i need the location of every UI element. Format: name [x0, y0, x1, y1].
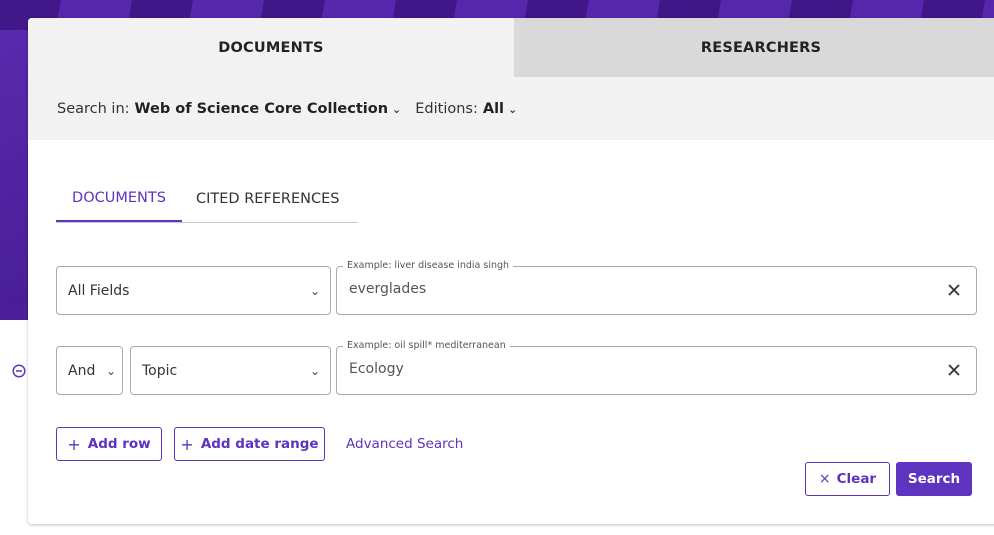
chevron-down-icon: ⌄ [105, 363, 117, 378]
operator-label: And [68, 362, 96, 379]
search-input-example: Example: oil spill* mediterranean [343, 340, 510, 352]
add-row-label: Add row [87, 436, 151, 452]
clear-label: Clear [836, 471, 877, 487]
tab-documents[interactable]: DOCUMENTS [28, 18, 514, 77]
close-icon: × [818, 471, 831, 487]
search-input-value: Ecology [349, 361, 404, 377]
sub-tabs: DOCUMENTS CITED REFERENCES [56, 176, 358, 223]
search-type-tabs: DOCUMENTS RESEARCHERS [28, 18, 994, 77]
chevron-down-icon: ⌄ [508, 102, 518, 116]
search-button[interactable]: Search [896, 462, 972, 496]
search-card: DOCUMENTS RESEARCHERS Search in: Web of … [28, 18, 994, 524]
clear-button[interactable]: × Clear [805, 462, 890, 496]
close-icon[interactable] [946, 282, 962, 298]
add-date-range-label: Add date range [200, 436, 319, 452]
close-icon[interactable] [946, 362, 962, 378]
collection-value: Web of Science Core Collection [134, 100, 389, 117]
subtab-documents[interactable]: DOCUMENTS [56, 176, 182, 222]
scope-bar: Search in: Web of Science Core Collectio… [28, 77, 994, 140]
advanced-search-link[interactable]: Advanced Search [346, 436, 463, 452]
search-input-example: Example: liver disease india singh [343, 260, 514, 272]
search-input-row-2[interactable]: Example: oil spill* mediterranean Ecolog… [336, 340, 977, 395]
editions-label: Editions: [415, 100, 478, 117]
field-select-row-1[interactable]: All Fields ⌄ [56, 266, 331, 315]
field-select-label: Topic [142, 362, 178, 379]
chevron-down-icon: ⌄ [392, 102, 402, 116]
add-row-button[interactable]: + Add row [56, 427, 162, 461]
editions-dropdown[interactable]: All ⌄ [483, 101, 517, 117]
search-input-row-1[interactable]: Example: liver disease india singh everg… [336, 260, 977, 315]
add-date-range-button[interactable]: + Add date range [174, 427, 325, 461]
field-select-row-2[interactable]: Topic ⌄ [130, 346, 331, 395]
subtab-cited-references[interactable]: CITED REFERENCES [182, 176, 340, 221]
tab-researchers[interactable]: RESEARCHERS [514, 18, 994, 77]
collection-dropdown[interactable]: Web of Science Core Collection ⌄ [135, 101, 402, 117]
chevron-down-icon: ⌄ [309, 363, 321, 378]
plus-icon: + [67, 434, 81, 454]
field-select-label: All Fields [68, 282, 130, 299]
search-input-value: everglades [349, 281, 427, 297]
plus-icon: + [180, 434, 194, 454]
chevron-down-icon: ⌄ [309, 283, 321, 298]
search-in-label: Search in: [57, 100, 130, 117]
operator-select-row-2[interactable]: And ⌄ [56, 346, 123, 395]
editions-value: All [482, 100, 505, 117]
minus-circle-icon[interactable] [12, 364, 26, 378]
